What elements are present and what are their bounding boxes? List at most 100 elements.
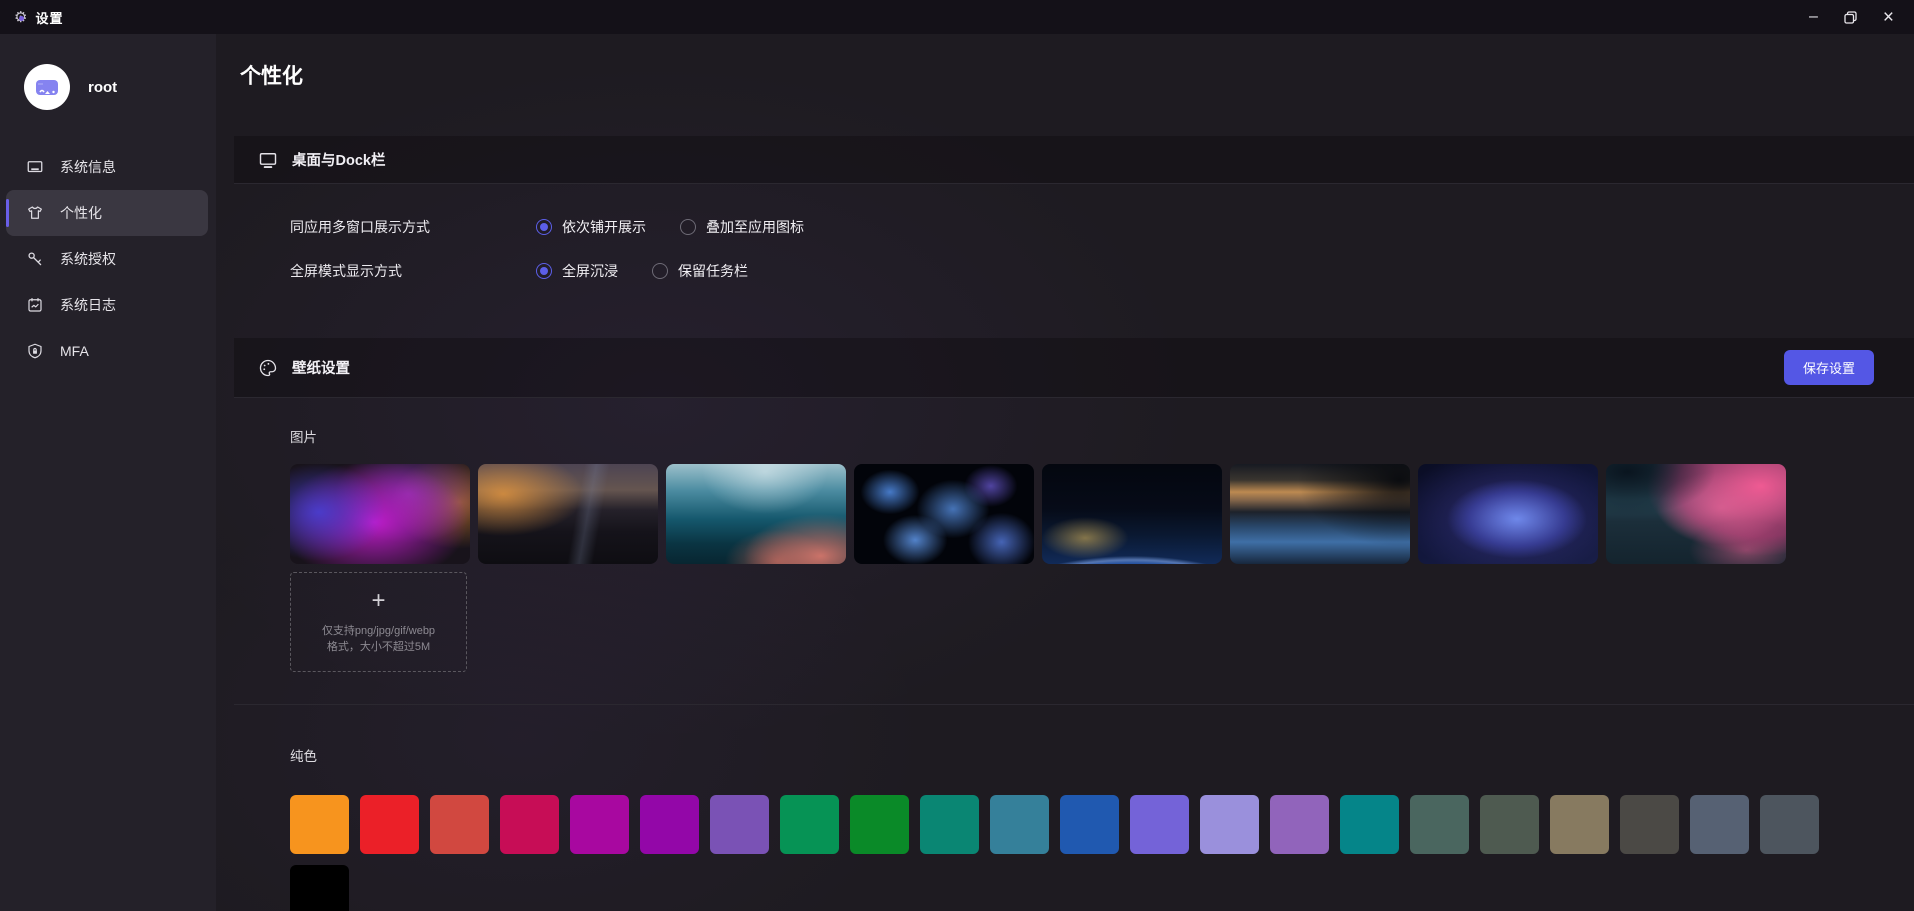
sidebar-item-label: 系统信息 [60, 157, 116, 177]
close-button[interactable]: × [1883, 8, 1894, 27]
radio-option[interactable]: 依次铺开展示 [536, 217, 646, 237]
color-swatch-4b4945[interactable] [1620, 795, 1679, 854]
upload-wallpaper-button[interactable]: + 仅支持png/jpg/gif/webp 格式，大小不超过5M [290, 572, 467, 672]
color-swatch-row-2 [290, 865, 1914, 911]
sidebar-item-2[interactable]: 系统授权 [6, 236, 208, 282]
wallpaper-thumb-underwater-divers-coral[interactable] [666, 464, 846, 564]
color-swatch-069355[interactable] [780, 795, 839, 854]
log-icon [26, 296, 44, 314]
color-swatch-c70d56[interactable] [500, 795, 559, 854]
images-label: 图片 [290, 426, 1914, 446]
section-desktop-dock: 桌面与Dock栏 同应用多窗口展示方式 依次铺开展示 叠加至应用图标全屏模式显示方式… [234, 136, 1914, 312]
main-content: 个性化 桌面与Dock栏 同应用多窗口展示方式 依次铺开展示 叠加至应用图标全屏模式… [216, 34, 1914, 911]
wallpaper-thumb-dark-mountains-sunset[interactable] [478, 464, 658, 564]
color-swatch-2059b0[interactable] [1060, 795, 1119, 854]
wallpaper-header: 壁纸设置 保存设置 [234, 338, 1914, 398]
wallpaper-thumb-mountain-lake-dusk[interactable] [1230, 464, 1410, 564]
desktop-dock-title: 桌面与Dock栏 [292, 149, 385, 170]
section-wallpaper: 壁纸设置 保存设置 图片 + 仅支持png/jpg/gif/webp 格式，大小… [234, 338, 1914, 911]
mfa-shield-icon [26, 342, 44, 360]
radio-option[interactable]: 全屏沉浸 [536, 261, 618, 281]
setting-label: 全屏模式显示方式 [290, 261, 536, 281]
color-swatch-4d555e[interactable] [1760, 795, 1819, 854]
color-swatch-4a665f[interactable] [1410, 795, 1469, 854]
avatar[interactable] [24, 64, 70, 110]
color-swatch-000000[interactable] [290, 865, 349, 911]
wallpaper-thumb-blue-jellyfish[interactable] [854, 464, 1034, 564]
radio-group: 全屏沉浸 保留任务栏 [536, 261, 748, 281]
gear-dot [19, 16, 24, 21]
color-swatch-a808a0[interactable] [570, 795, 629, 854]
desktop-dock-rows: 同应用多窗口展示方式 依次铺开展示 叠加至应用图标全屏模式显示方式 全屏沉浸 保留任务栏 [234, 184, 1914, 312]
radio-option-label: 全屏沉浸 [562, 261, 618, 281]
radio-selected-icon[interactable] [536, 219, 552, 235]
color-swatch-7a52b5[interactable] [710, 795, 769, 854]
radio-option[interactable]: 保留任务栏 [652, 261, 748, 281]
palette-icon [258, 358, 278, 378]
sidebar-menu: 系统信息个性化系统授权系统日志 MFA [0, 144, 216, 374]
solid-color-label: 纯色 [290, 745, 1914, 765]
wallpaper-title: 壁纸设置 [292, 357, 350, 378]
radio-option-label: 叠加至应用图标 [706, 217, 804, 237]
setting-label: 同应用多窗口展示方式 [290, 217, 536, 237]
radio-option-label: 保留任务栏 [678, 261, 748, 281]
color-swatch-9164bb[interactable] [1270, 795, 1329, 854]
color-swatch-eb2028[interactable] [360, 795, 419, 854]
color-swatch-9307a8[interactable] [640, 795, 699, 854]
wallpaper-content: 图片 + 仅支持png/jpg/gif/webp 格式，大小不超过5M 纯色 [234, 426, 1914, 911]
monitor-icon [258, 150, 278, 170]
save-settings-button[interactable]: 保存设置 [1784, 350, 1874, 385]
radio-option[interactable]: 叠加至应用图标 [680, 217, 804, 237]
color-swatch-35809a[interactable] [990, 795, 1049, 854]
setting-row: 同应用多窗口展示方式 依次铺开展示 叠加至应用图标 [290, 212, 1914, 242]
titlebar: ⚙ 设置 – × [0, 0, 1914, 34]
color-swatch-9a90dc[interactable] [1200, 795, 1259, 854]
color-swatch-566173[interactable] [1690, 795, 1749, 854]
wallpaper-thumb-pink-sunset-ice-lagoon[interactable] [1606, 464, 1786, 564]
wallpaper-thumbnails [290, 464, 1914, 564]
key-icon [26, 250, 44, 268]
upload-hint: 仅支持png/jpg/gif/webp 格式，大小不超过5M [322, 623, 435, 655]
user-name: root [88, 79, 117, 96]
restore-button[interactable] [1844, 11, 1857, 24]
sidebar-item-3[interactable]: 系统日志 [6, 282, 208, 328]
radio-option-label: 依次铺开展示 [562, 217, 646, 237]
sidebar-item-4[interactable]: MFA [6, 328, 208, 374]
radio-selected-icon[interactable] [536, 263, 552, 279]
gear-icon: ⚙ [14, 10, 27, 25]
sidebar-item-0[interactable]: 系统信息 [6, 144, 208, 190]
window-title: 设置 [35, 8, 63, 27]
setting-row: 全屏模式显示方式 全屏沉浸 保留任务栏 [290, 256, 1914, 286]
divider [234, 704, 1914, 705]
color-swatch-0a8a28[interactable] [850, 795, 909, 854]
wallpaper-thumb-blue-purple-nebula[interactable] [1418, 464, 1598, 564]
color-swatch-4e5a50[interactable] [1480, 795, 1539, 854]
wallpaper-thumb-earth-night-from-space[interactable] [1042, 464, 1222, 564]
sidebar-item-1[interactable]: 个性化 [6, 190, 208, 236]
page-title: 个性化 [240, 60, 1914, 90]
user-row: root [0, 64, 216, 110]
sidebar-item-label: 个性化 [60, 203, 102, 223]
plus-icon: + [371, 589, 385, 613]
monitor-icon [26, 158, 44, 176]
tshirt-icon [26, 204, 44, 222]
sidebar-item-label: 系统授权 [60, 249, 116, 269]
color-swatch-d14840[interactable] [430, 795, 489, 854]
radio-unselected-icon[interactable] [680, 219, 696, 235]
desktop-dock-header: 桌面与Dock栏 [234, 136, 1914, 184]
restore-icon [1844, 11, 1857, 24]
radio-unselected-icon[interactable] [652, 263, 668, 279]
radio-group: 依次铺开展示 叠加至应用图标 [536, 217, 804, 237]
sidebar-item-label: MFA [60, 343, 89, 359]
sidebar: root 系统信息个性化系统授权系统日志 MFA [0, 34, 216, 911]
avatar-icon [32, 72, 62, 102]
sidebar-item-label: 系统日志 [60, 295, 116, 315]
color-swatch-row [290, 795, 1914, 854]
color-swatch-7463d8[interactable] [1130, 795, 1189, 854]
color-swatch-058589[interactable] [1340, 795, 1399, 854]
wallpaper-thumb-abstract-purple-gradient[interactable] [290, 464, 470, 564]
color-swatch-877a60[interactable] [1550, 795, 1609, 854]
color-swatch-f7941e[interactable] [290, 795, 349, 854]
minimize-button[interactable]: – [1809, 9, 1818, 25]
color-swatch-0a8673[interactable] [920, 795, 979, 854]
